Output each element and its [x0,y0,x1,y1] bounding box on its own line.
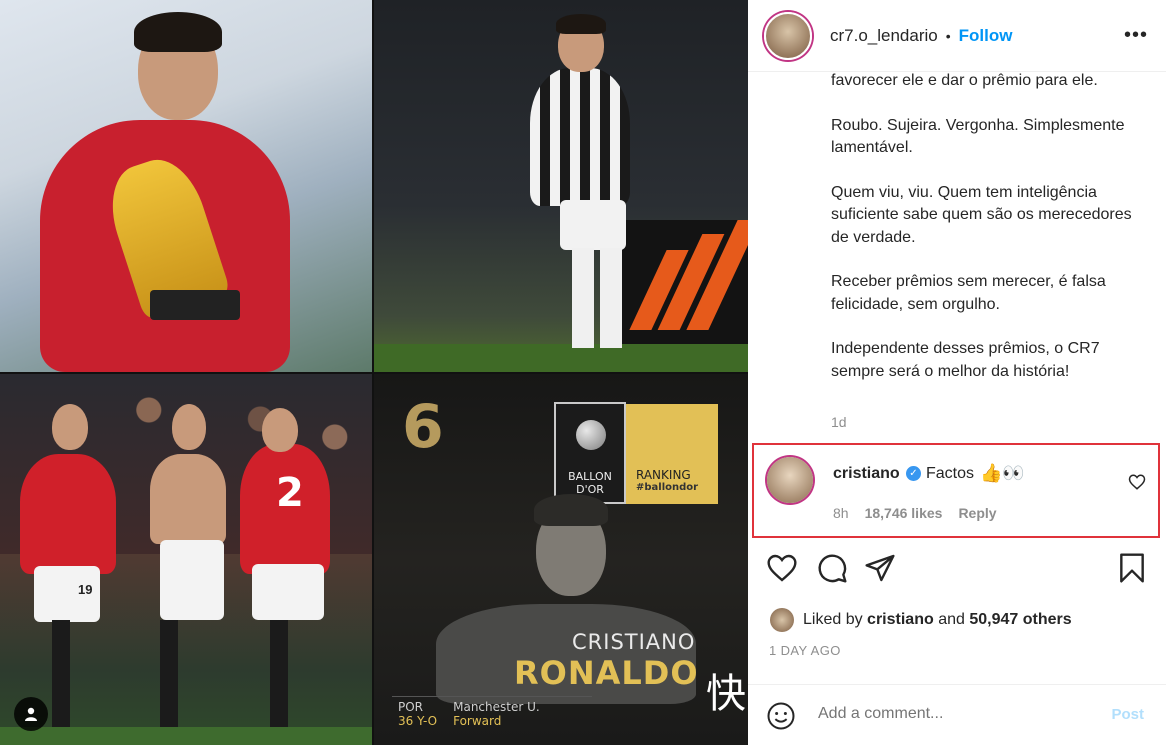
ad-board [608,220,748,344]
follow-button[interactable]: Follow [959,26,1013,46]
player-head [172,404,206,450]
comment-emoji: 👍👀 [980,463,1025,483]
ranking-number: 6 [402,392,444,462]
caption-paragraph: Roubo. Sujeira. Vergonha. Simplesmente l… [831,116,1125,157]
shirt-number: 2 [276,470,304,516]
comment-likes[interactable]: 18,746 likes [865,505,943,521]
separator-dot: • [945,27,951,44]
caption-paragraph: Independente desses prêmios, o CR7 sempr… [831,340,1100,380]
player-last-name: RONALDO [514,654,699,692]
nationality: POR [398,700,424,714]
liked-by-conjunction: and [938,611,965,628]
highlighted-comment: cristiano ✓ Factos 👍👀 8h 18,746 likes Re… [752,443,1160,538]
photo-ballon-dor-card: 6 BALLON D'OR RANKING #ballondor CRISTIA… [374,374,748,745]
caption-paragraph: favorecer ele e dar o prêmio para ele. [831,72,1098,89]
add-comment-input[interactable] [818,705,1088,723]
commenter-username[interactable]: cristiano [833,465,900,483]
reply-button[interactable]: Reply [958,505,996,521]
ranking-hashtag: #ballondor [636,482,699,493]
age: 36 Y-O [398,714,438,728]
role: Forward [453,714,502,728]
comment-text: Factos [926,465,975,482]
player-leg [160,620,178,730]
liked-by-others[interactable]: 50,947 others [969,611,1071,629]
comment-bubble-icon[interactable] [816,552,848,584]
player-leg [572,248,594,348]
photo-juventus-celebration [374,0,748,372]
player-leg [270,620,288,730]
person-icon [25,707,37,721]
player-shorts [160,540,224,620]
like-heart-icon[interactable] [766,552,798,584]
post-sidebar: cr7.o_lendario • Follow ••• favorecer el… [748,0,1166,745]
player-head [52,404,88,450]
comment-like-heart-icon[interactable] [1128,473,1146,491]
caption-paragraph: Quem viu, viu. Quem tem inteligência suf… [831,183,1132,246]
ranking-label: RANKING [636,468,691,482]
player-hair [556,14,606,34]
photo-portugal-trophy [0,0,372,372]
post-actions [766,552,1146,586]
caption-timestamp[interactable]: 1d [831,414,847,430]
author-avatar[interactable] [764,11,812,60]
save-bookmark-icon[interactable] [1116,552,1148,584]
player-leg [52,620,70,730]
player-hair [134,12,222,52]
share-paper-plane-icon[interactable] [864,552,896,584]
post-header: cr7.o_lendario • Follow ••• [748,0,1166,72]
player-shorts [252,564,324,620]
player-shorts [560,200,626,250]
player-shirtless [150,454,226,544]
ball-icon [576,420,606,450]
shirt-number: 19 [78,582,93,597]
player-info: POR 36 Y-O Manchester U. Forward [398,700,540,728]
ballon-dor-logo: BALLON D'OR [554,402,626,504]
player-club-role: Manchester U. Forward [453,700,540,728]
emoji-smiley-icon[interactable] [766,701,796,731]
author-username[interactable]: cr7.o_lendario [830,26,938,46]
verified-badge-icon: ✓ [906,466,921,481]
player-shirt-red [20,454,116,574]
player-shirt-striped [530,68,630,206]
tagged-users-button[interactable] [14,697,48,731]
liked-by-user[interactable]: cristiano [867,611,934,629]
player-leg [600,248,622,348]
add-comment-bar: Post [748,684,1166,745]
player-hair [534,494,608,526]
trophy-base [150,290,240,320]
liked-by-prefix: Liked by [803,611,863,628]
pitch [0,727,372,745]
post-caption: favorecer ele e dar o prêmio para ele. R… [831,70,1151,405]
player-first-name: CRISTIANO [572,630,696,654]
player-head [262,408,298,452]
ranking-badge: RANKING #ballondor [626,404,718,504]
player-nationality-age: POR 36 Y-O [398,700,437,728]
liker-avatar[interactable] [770,608,794,632]
watermark-glyph: 快 [706,671,746,717]
photo-manutd-celebration: 2 19 [0,374,372,745]
pitch [374,344,748,372]
caption-paragraph: Receber prêmios sem merecer, é falsa fel… [831,273,1106,313]
more-options-icon[interactable]: ••• [1124,24,1148,47]
post-comment-button[interactable]: Post [1111,706,1144,723]
post-image-collage[interactable]: 2 19 6 BALLON D'OR RANKING #ballondor CR… [0,0,748,745]
commenter-avatar[interactable] [767,457,813,503]
liked-by: Liked by cristiano and 50,947 others [770,608,1072,632]
divider [392,696,592,697]
comment-meta: 8h 18,746 likes Reply [833,505,997,521]
ballon-dor-logo-text: BALLON D'OR [568,470,612,496]
comment-time[interactable]: 8h [833,505,849,521]
club: Manchester U. [453,700,540,714]
post-age[interactable]: 1 DAY AGO [769,643,841,658]
